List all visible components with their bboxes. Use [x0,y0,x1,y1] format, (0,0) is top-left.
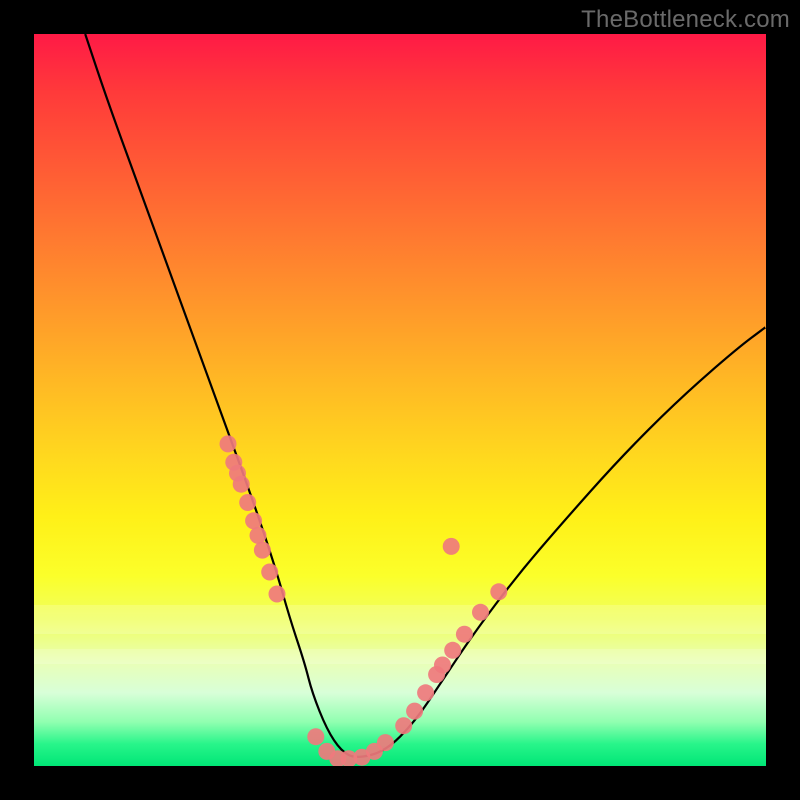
data-dot [233,476,250,493]
data-dot [395,717,412,734]
data-points [220,435,508,766]
data-dot [377,734,394,751]
data-dot [456,626,473,643]
data-dot [490,583,507,600]
data-dot [250,527,267,544]
data-dot [444,642,461,659]
data-dot [261,564,278,581]
data-dot [254,542,271,559]
data-dot [307,728,324,745]
data-dot [434,657,451,674]
plot-area [34,34,766,766]
chart-frame: TheBottleneck.com [0,0,800,800]
bottleneck-curve [85,34,766,757]
data-dot [245,512,262,529]
data-dot [239,494,256,511]
data-dot [220,435,237,452]
data-dot [443,538,460,555]
data-dot [406,703,423,720]
data-dot [417,684,434,701]
data-dot [269,586,286,603]
watermark-text: TheBottleneck.com [581,6,790,34]
chart-svg [34,34,766,766]
data-dot [472,604,489,621]
